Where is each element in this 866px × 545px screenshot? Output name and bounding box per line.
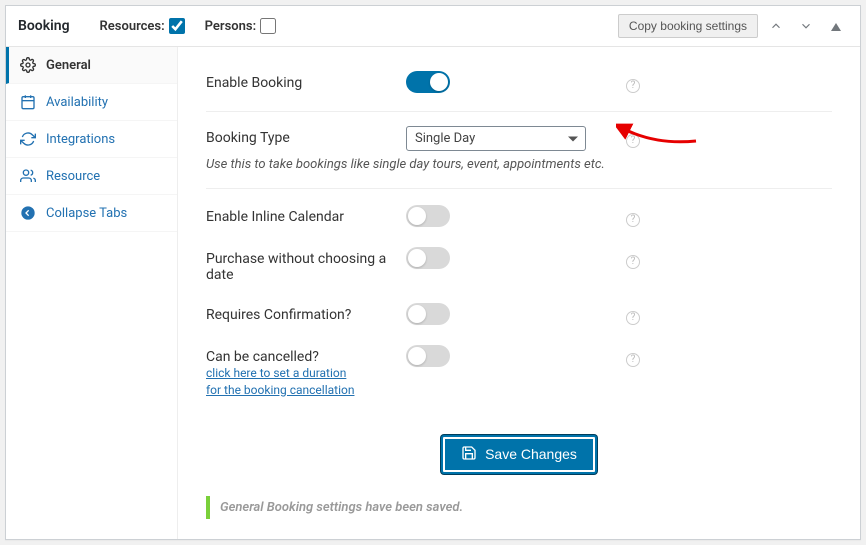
sidebar-item-integrations[interactable]: Integrations xyxy=(6,121,177,158)
persons-label: Persons: xyxy=(205,19,256,34)
help-icon[interactable]: ? xyxy=(626,353,640,367)
persons-check-wrap[interactable]: Persons: xyxy=(205,18,276,34)
resources-check-wrap[interactable]: Resources: xyxy=(100,18,185,34)
sidebar: General Availability Integrations xyxy=(6,47,178,539)
panel-body: General Availability Integrations xyxy=(6,47,860,539)
save-icon xyxy=(461,445,477,464)
sidebar-item-label: Integrations xyxy=(46,132,115,147)
help-icon[interactable]: ? xyxy=(626,311,640,325)
sidebar-item-label: General xyxy=(46,58,91,73)
save-wrap: Save Changes xyxy=(206,435,832,474)
row-requires-confirmation: Requires Confirmation? ? xyxy=(206,293,832,335)
save-button[interactable]: Save Changes xyxy=(441,435,597,474)
row-can-cancel: Can be cancelled? click here to set a du… xyxy=(206,335,832,409)
calendar-icon xyxy=(20,94,36,110)
can-cancel-label: Can be cancelled? xyxy=(206,349,406,365)
copy-settings-button[interactable]: Copy booking settings xyxy=(618,14,758,38)
arrow-left-icon xyxy=(20,205,36,221)
enable-booking-toggle[interactable] xyxy=(406,71,450,93)
help-icon[interactable]: ? xyxy=(626,213,640,227)
help-icon[interactable]: ? xyxy=(626,134,640,148)
sidebar-item-general[interactable]: General xyxy=(6,47,177,84)
row-enable-booking: Enable Booking ? xyxy=(206,61,832,112)
panel-title: Booking xyxy=(18,18,70,34)
sidebar-item-resource[interactable]: Resource xyxy=(6,158,177,195)
row-booking-type: Booking Type Single Day ? xyxy=(206,116,832,157)
row-purchase-without-date: Purchase without choosing a date ? xyxy=(206,237,832,293)
purchase-without-date-label: Purchase without choosing a date xyxy=(206,247,406,283)
help-icon[interactable]: ? xyxy=(626,79,640,93)
sidebar-item-collapse[interactable]: Collapse Tabs xyxy=(6,195,177,232)
settings-saved-notice: General Booking settings have been saved… xyxy=(206,496,832,519)
enable-booking-label: Enable Booking xyxy=(206,71,406,91)
persons-checkbox[interactable] xyxy=(260,18,276,34)
requires-confirmation-label: Requires Confirmation? xyxy=(206,303,406,323)
collapse-icon[interactable] xyxy=(824,14,848,38)
booking-type-label: Booking Type xyxy=(206,126,406,146)
header-checks: Resources: Persons: xyxy=(100,18,618,34)
help-icon[interactable]: ? xyxy=(626,255,640,269)
sidebar-item-availability[interactable]: Availability xyxy=(6,84,177,121)
sidebar-item-label: Availability xyxy=(46,95,108,110)
people-icon xyxy=(20,168,36,184)
inline-calendar-label: Enable Inline Calendar xyxy=(206,205,406,225)
booking-type-hint: Use this to take bookings like single da… xyxy=(206,157,832,189)
booking-panel: Booking Resources: Persons: Copy booking… xyxy=(5,5,861,540)
notice-text: General Booking settings have been saved… xyxy=(220,500,463,515)
refresh-icon xyxy=(20,131,36,147)
booking-type-select-wrap: Single Day xyxy=(406,126,586,151)
sidebar-item-label: Collapse Tabs xyxy=(46,206,127,221)
purchase-without-date-toggle[interactable] xyxy=(406,247,450,269)
booking-type-select[interactable]: Single Day xyxy=(406,126,586,151)
row-inline-calendar: Enable Inline Calendar ? xyxy=(206,195,832,237)
header-actions: Copy booking settings xyxy=(618,14,848,38)
main-content: Enable Booking ? Booking Type Single Day… xyxy=(178,47,860,539)
inline-calendar-toggle[interactable] xyxy=(406,205,450,227)
can-cancel-label-wrap: Can be cancelled? click here to set a du… xyxy=(206,345,406,399)
save-button-label: Save Changes xyxy=(485,446,577,462)
panel-header: Booking Resources: Persons: Copy booking… xyxy=(6,6,860,47)
sidebar-item-label: Resource xyxy=(46,169,100,184)
resources-checkbox[interactable] xyxy=(169,18,185,34)
gear-icon xyxy=(20,57,36,73)
cancel-duration-link2[interactable]: for the booking cancellation xyxy=(206,382,406,399)
can-cancel-toggle[interactable] xyxy=(406,345,450,367)
requires-confirmation-toggle[interactable] xyxy=(406,303,450,325)
cancel-duration-link[interactable]: click here to set a duration xyxy=(206,365,406,382)
resources-label: Resources: xyxy=(100,19,165,34)
move-down-icon[interactable] xyxy=(794,14,818,38)
move-up-icon[interactable] xyxy=(764,14,788,38)
